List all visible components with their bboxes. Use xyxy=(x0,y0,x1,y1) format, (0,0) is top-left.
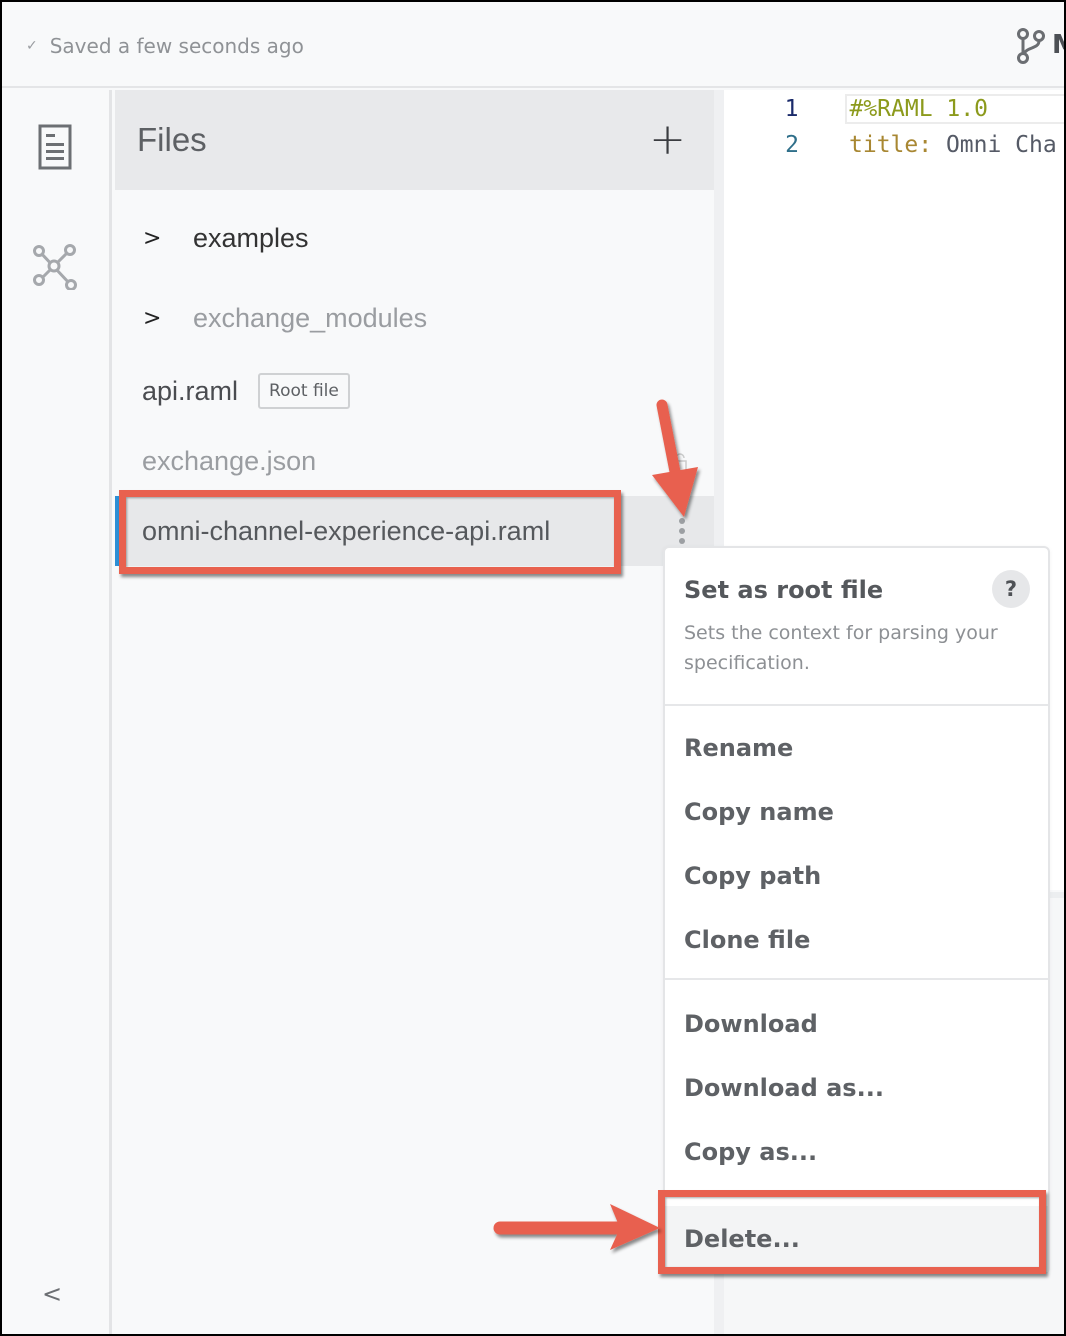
folder-name: exchange_modules xyxy=(193,302,428,333)
lock-icon xyxy=(672,448,688,472)
file-name: exchange.json xyxy=(142,445,317,476)
graph-icon[interactable] xyxy=(32,244,78,290)
set-as-root-description: Sets the context for parsing your specif… xyxy=(684,622,998,674)
code-comment: #%RAML 1.0 xyxy=(845,94,1064,124)
folder-name: examples xyxy=(193,222,309,253)
more-options-icon[interactable] xyxy=(679,518,689,544)
set-root-section[interactable]: Set as root file Sets the context for pa… xyxy=(665,548,1048,706)
files-header: Files + xyxy=(115,90,714,190)
root-file-badge: Root file xyxy=(258,373,350,409)
tree-folder-examples[interactable]: > examples xyxy=(115,203,714,273)
code-line: 1 #%RAML 1.0 xyxy=(724,92,1064,126)
branch-icon[interactable] xyxy=(1016,26,1056,66)
menu-item-download-as[interactable]: Download as... xyxy=(665,1056,1048,1120)
menu-item-clone-file[interactable]: Clone file xyxy=(665,908,1048,972)
chevron-right-icon[interactable]: > xyxy=(115,306,179,331)
document-icon[interactable] xyxy=(32,124,78,170)
menu-item-copy-name[interactable]: Copy name xyxy=(665,780,1048,844)
chevron-right-icon[interactable]: > xyxy=(115,226,179,251)
set-as-root-file-item[interactable]: Set as root file xyxy=(684,576,1028,604)
top-bar: ✓ Saved a few seconds ago M xyxy=(2,2,1064,88)
menu-item-delete[interactable]: Delete... xyxy=(665,1206,1048,1272)
check-icon: ✓ xyxy=(26,38,38,54)
tree-file-omni-channel-experience-api-raml[interactable]: omni-channel-experience-api.raml xyxy=(115,496,714,566)
file-name: omni-channel-experience-api.raml xyxy=(142,515,551,546)
file-name: api.raml xyxy=(142,375,239,406)
tree-file-api-raml[interactable]: api.raml Root file xyxy=(115,356,714,426)
left-rail: < xyxy=(2,90,112,1334)
tree-folder-exchange-modules[interactable]: > exchange_modules xyxy=(115,283,714,353)
menu-group-edit: Rename Copy name Copy path Clone file xyxy=(665,706,1048,980)
code-key: title: xyxy=(849,132,933,158)
line-number: 1 xyxy=(784,96,799,122)
code-line: 2 title: Omni Cha xyxy=(724,128,1064,162)
menu-item-rename[interactable]: Rename xyxy=(665,716,1048,780)
files-panel: Files + > examples > exchange_modules ap… xyxy=(115,90,714,1334)
menu-item-copy-path[interactable]: Copy path xyxy=(665,844,1048,908)
line-number: 2 xyxy=(785,132,799,158)
code-value: Omni Cha xyxy=(932,132,1057,158)
collapse-sidebar-button[interactable]: < xyxy=(42,1280,62,1308)
help-icon[interactable]: ? xyxy=(992,570,1030,608)
app-window: ✓ Saved a few seconds ago M xyxy=(2,2,1064,1334)
save-status-text: Saved a few seconds ago xyxy=(49,34,304,58)
add-file-button[interactable]: + xyxy=(649,118,686,162)
branch-label[interactable]: M xyxy=(1052,30,1064,60)
file-context-menu: Set as root file Sets the context for pa… xyxy=(663,546,1050,1274)
menu-item-download[interactable]: Download xyxy=(665,992,1048,1056)
save-status: ✓ Saved a few seconds ago xyxy=(26,34,304,58)
tree-file-exchange-json[interactable]: exchange.json xyxy=(115,426,714,496)
menu-group-export: Download Download as... Copy as... xyxy=(665,980,1048,1190)
menu-item-copy-as[interactable]: Copy as... xyxy=(665,1120,1048,1184)
files-title: Files xyxy=(137,121,207,158)
